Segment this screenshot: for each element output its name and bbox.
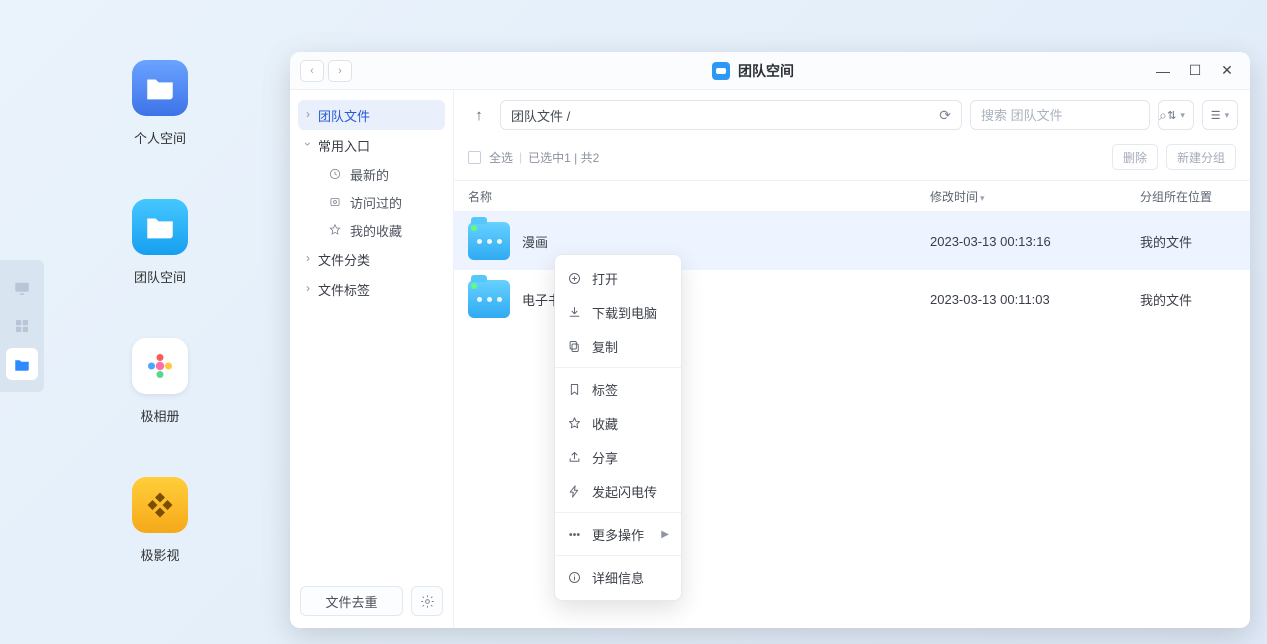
sort-toggle[interactable]: ⇅ (1158, 100, 1194, 130)
photos-icon (132, 338, 188, 394)
ctx-tag[interactable]: 标签 (555, 372, 681, 406)
gear-icon (420, 594, 435, 609)
ctx-favorite[interactable]: 收藏 (555, 406, 681, 440)
star-icon (328, 223, 342, 237)
app-label: 极相册 (100, 406, 220, 425)
download-icon (567, 305, 582, 320)
col-header-time[interactable]: 修改时间 (930, 188, 1140, 205)
separator (555, 367, 681, 368)
separator (555, 512, 681, 513)
folder-icon (132, 60, 188, 116)
table-header: 名称 修改时间 分组所在位置 (454, 180, 1250, 212)
app-personal-space[interactable]: 个人空间 (100, 60, 220, 147)
sidebar-recent[interactable]: 最新的 (308, 160, 445, 188)
share-icon (567, 450, 582, 465)
app-photos[interactable]: 极相册 (100, 338, 220, 425)
path-box[interactable]: 团队文件 / ⟳ (500, 100, 962, 130)
copy-icon (567, 339, 582, 354)
dock-item-team[interactable] (6, 348, 38, 380)
ctx-flash-transfer[interactable]: 发起闪电传 (555, 474, 681, 508)
selection-status: 已选中1 | 共2 (528, 149, 599, 166)
table-rows: 漫画 2023-03-13 00:13:16 我的文件 电子书 2023-03-… (454, 212, 1250, 628)
breadcrumb: 团队文件 / (511, 106, 570, 125)
toolbar: ↑ 团队文件 / ⟳ ⌕ ⇅ ☰ (454, 90, 1250, 138)
team-space-icon (712, 62, 730, 80)
row-name: 漫画 (522, 232, 548, 251)
sidebar-tags[interactable]: 文件标签 (298, 274, 445, 304)
app-team-space[interactable]: 团队空间 (100, 199, 220, 286)
dedupe-button[interactable]: 文件去重 (300, 586, 403, 616)
window-title-text: 团队空间 (738, 61, 794, 81)
sidebar-team-files[interactable]: 团队文件 (298, 100, 445, 130)
sidebar-visited[interactable]: 访问过的 (308, 188, 445, 216)
sidebar-favorites[interactable]: 我的收藏 (308, 216, 445, 244)
ctx-details[interactable]: 详细信息 (555, 560, 681, 594)
close-button[interactable]: ✕ (1218, 62, 1236, 80)
app-video[interactable]: 极影视 (100, 477, 220, 564)
row-time: 2023-03-13 00:11:03 (930, 292, 1140, 307)
row-group: 我的文件 (1140, 290, 1250, 309)
sidebar: 团队文件 常用入口 最新的 访问过的 我的收藏 文 (290, 90, 454, 628)
maximize-button[interactable]: ☐ (1186, 62, 1204, 80)
ctx-copy[interactable]: 复制 (555, 329, 681, 363)
select-all-label[interactable]: 全选 (489, 149, 513, 166)
ctx-open[interactable]: 打开 (555, 261, 681, 295)
titlebar: ‹ › 团队空间 — ☐ ✕ (290, 52, 1250, 90)
up-button[interactable]: ↑ (466, 101, 492, 129)
bookmark-icon (567, 382, 582, 397)
left-dock (0, 260, 44, 392)
window-title: 团队空间 (352, 61, 1154, 81)
ctx-more[interactable]: 更多操作 ▶ (555, 517, 681, 551)
app-label: 团队空间 (100, 267, 220, 286)
shared-folder-icon (468, 222, 510, 260)
sidebar-common-entry[interactable]: 常用入口 (298, 130, 445, 160)
app-label: 个人空间 (100, 128, 220, 147)
minimize-button[interactable]: — (1154, 62, 1172, 80)
col-header-name[interactable]: 名称 (454, 188, 930, 205)
history-icon (328, 195, 342, 209)
file-manager-window: ‹ › 团队空间 — ☐ ✕ 团队文件 常用入口 最新的 (290, 52, 1250, 628)
new-group-button[interactable]: 新建分组 (1166, 144, 1236, 170)
video-icon (132, 477, 188, 533)
more-icon (567, 527, 582, 542)
ctx-download[interactable]: 下载到电脑 (555, 295, 681, 329)
separator (555, 555, 681, 556)
col-header-group[interactable]: 分组所在位置 (1140, 188, 1250, 205)
view-toggle[interactable]: ☰ (1202, 100, 1238, 130)
open-icon (567, 271, 582, 286)
team-folder-icon (132, 199, 188, 255)
main-pane: ↑ 团队文件 / ⟳ ⌕ ⇅ ☰ 全选 | 已选中1 | 共2 删除 (454, 90, 1250, 628)
settings-button[interactable] (411, 586, 443, 616)
ctx-share[interactable]: 分享 (555, 440, 681, 474)
sidebar-categories[interactable]: 文件分类 (298, 244, 445, 274)
chevron-right-icon: ▶ (661, 529, 669, 540)
row-group: 我的文件 (1140, 232, 1250, 251)
selection-bar: 全选 | 已选中1 | 共2 删除 新建分组 (454, 138, 1250, 180)
star-println-icon (567, 416, 582, 431)
info-icon (567, 570, 582, 585)
search-box[interactable]: ⌕ (970, 100, 1150, 130)
row-time: 2023-03-13 00:13:16 (930, 234, 1140, 249)
clock-icon (328, 167, 342, 181)
dock-item-grid[interactable] (6, 310, 38, 342)
nav-back-button[interactable]: ‹ (300, 60, 324, 82)
nav-forward-button[interactable]: › (328, 60, 352, 82)
app-label: 极影视 (100, 545, 220, 564)
shared-folder-icon (468, 280, 510, 318)
context-menu: 打开 下载到电脑 复制 标签 (554, 254, 682, 601)
dock-item-display[interactable] (6, 272, 38, 304)
refresh-button[interactable]: ⟳ (939, 107, 951, 124)
delete-button[interactable]: 删除 (1112, 144, 1158, 170)
search-input[interactable] (979, 107, 1159, 124)
desktop-apps: 个人空间 团队空间 极相册 极影视 (100, 60, 220, 616)
bolt-icon (567, 484, 582, 499)
select-all-checkbox[interactable] (468, 151, 481, 164)
